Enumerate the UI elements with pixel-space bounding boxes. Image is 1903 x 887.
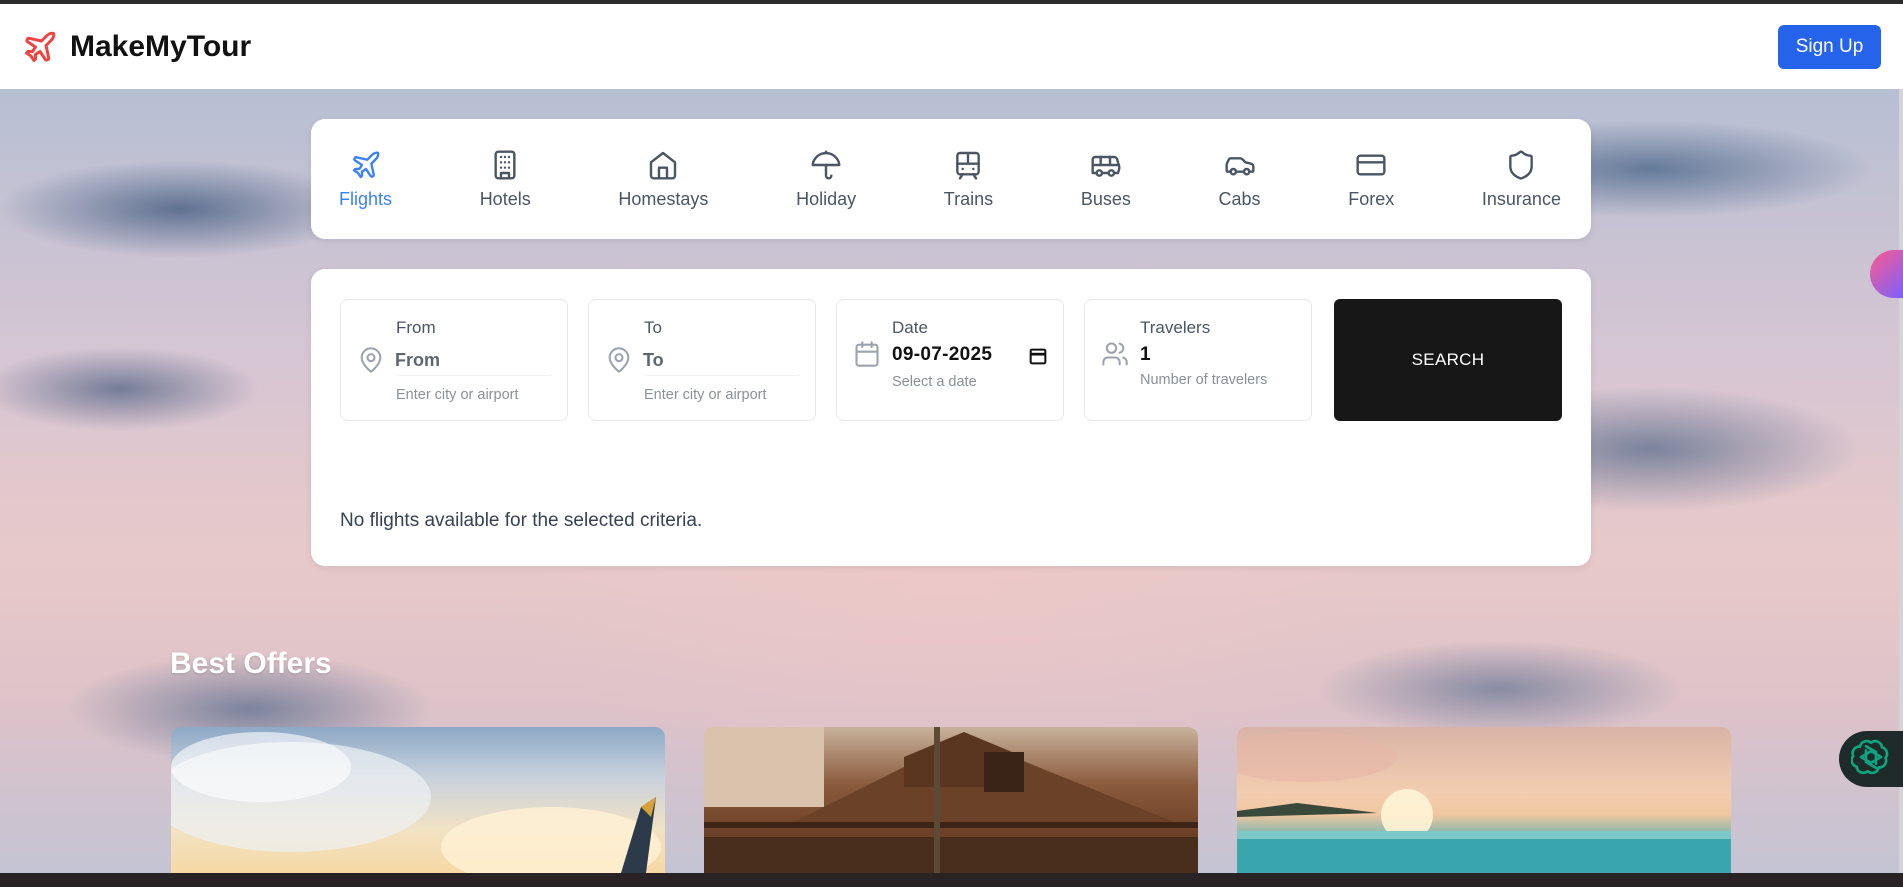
offer-image-sunset-sea <box>1237 732 1731 873</box>
offer-card-resort[interactable] <box>704 727 1198 873</box>
tab-label: Cabs <box>1218 188 1261 209</box>
service-tabs: Flights Hotels Homestays Holiday Trains … <box>311 119 1591 239</box>
map-pin-icon <box>357 346 385 374</box>
offer-card-flight[interactable] <box>171 727 665 873</box>
tab-label: Homestays <box>618 188 709 209</box>
offer-card-beach[interactable] <box>1237 727 1731 873</box>
train-icon <box>952 149 984 181</box>
date-input[interactable]: 09-07-2025 <box>892 344 992 366</box>
home-icon <box>647 149 679 181</box>
os-taskbar <box>0 873 1903 887</box>
tab-insurance[interactable]: Insurance <box>1482 149 1561 210</box>
site-header: MakeMyTour Sign Up <box>0 4 1903 89</box>
calendar-icon <box>853 340 881 368</box>
tab-label: Hotels <box>479 188 531 209</box>
from-field[interactable]: From Enter city or airport <box>340 299 568 421</box>
tab-cabs[interactable]: Cabs <box>1219 149 1261 210</box>
bus-icon <box>1090 149 1122 181</box>
tab-label: Buses <box>1080 188 1131 209</box>
tab-holiday[interactable]: Holiday <box>796 149 856 210</box>
tab-flights[interactable]: Flights <box>339 149 392 210</box>
search-button[interactable]: SEARCH <box>1334 299 1562 421</box>
tab-forex[interactable]: Forex <box>1348 149 1394 210</box>
travelers-field[interactable]: Travelers 1 Number of travelers <box>1084 299 1312 421</box>
date-field[interactable]: Date 09-07-2025 Select a date <box>836 299 1064 421</box>
flight-search-form: From Enter city or airport To Enter city… <box>311 269 1591 566</box>
offers-heading: Best Offers <box>170 647 332 680</box>
users-icon <box>1101 340 1129 368</box>
from-label: From <box>396 318 436 337</box>
to-field[interactable]: To Enter city or airport <box>588 299 816 421</box>
chatgpt-side-button[interactable] <box>1839 731 1903 787</box>
tab-buses[interactable]: Buses <box>1081 149 1131 210</box>
to-label: To <box>644 318 662 337</box>
date-help: Select a date <box>892 374 977 390</box>
offer-image-airplane <box>171 732 661 873</box>
date-picker-icon[interactable] <box>1027 345 1049 367</box>
car-icon <box>1224 149 1256 181</box>
tab-homestays[interactable]: Homestays <box>618 149 708 210</box>
openai-icon <box>1850 737 1891 782</box>
tab-trains[interactable]: Trains <box>944 149 993 210</box>
signup-button[interactable]: Sign Up <box>1778 24 1881 69</box>
plane-logo-icon <box>22 29 58 65</box>
tab-label: Trains <box>943 188 994 209</box>
brand[interactable]: MakeMyTour <box>22 29 251 65</box>
from-input[interactable] <box>395 346 553 376</box>
from-help: Enter city or airport <box>396 387 519 403</box>
tab-label: Forex <box>1348 188 1395 209</box>
tab-label: Insurance <box>1481 188 1561 209</box>
brand-name: MakeMyTour <box>70 29 252 63</box>
to-input[interactable] <box>643 346 801 376</box>
travelers-input[interactable]: 1 <box>1140 344 1151 366</box>
map-pin-icon <box>605 346 633 374</box>
travelers-help: Number of travelers <box>1140 372 1268 388</box>
tab-label: Flights <box>339 188 393 209</box>
building-icon <box>489 149 521 181</box>
card-icon <box>1355 149 1387 181</box>
umbrella-icon <box>810 149 842 181</box>
tab-hotels[interactable]: Hotels <box>480 149 531 210</box>
to-help: Enter city or airport <box>644 387 767 403</box>
travelers-label: Travelers <box>1140 318 1211 337</box>
date-label: Date <box>892 318 928 337</box>
plane-icon <box>350 149 382 181</box>
offer-image-beach-hut <box>704 727 1198 873</box>
shield-icon <box>1505 149 1537 181</box>
no-results-message: No flights available for the selected cr… <box>340 510 703 531</box>
tab-label: Holiday <box>796 188 857 209</box>
